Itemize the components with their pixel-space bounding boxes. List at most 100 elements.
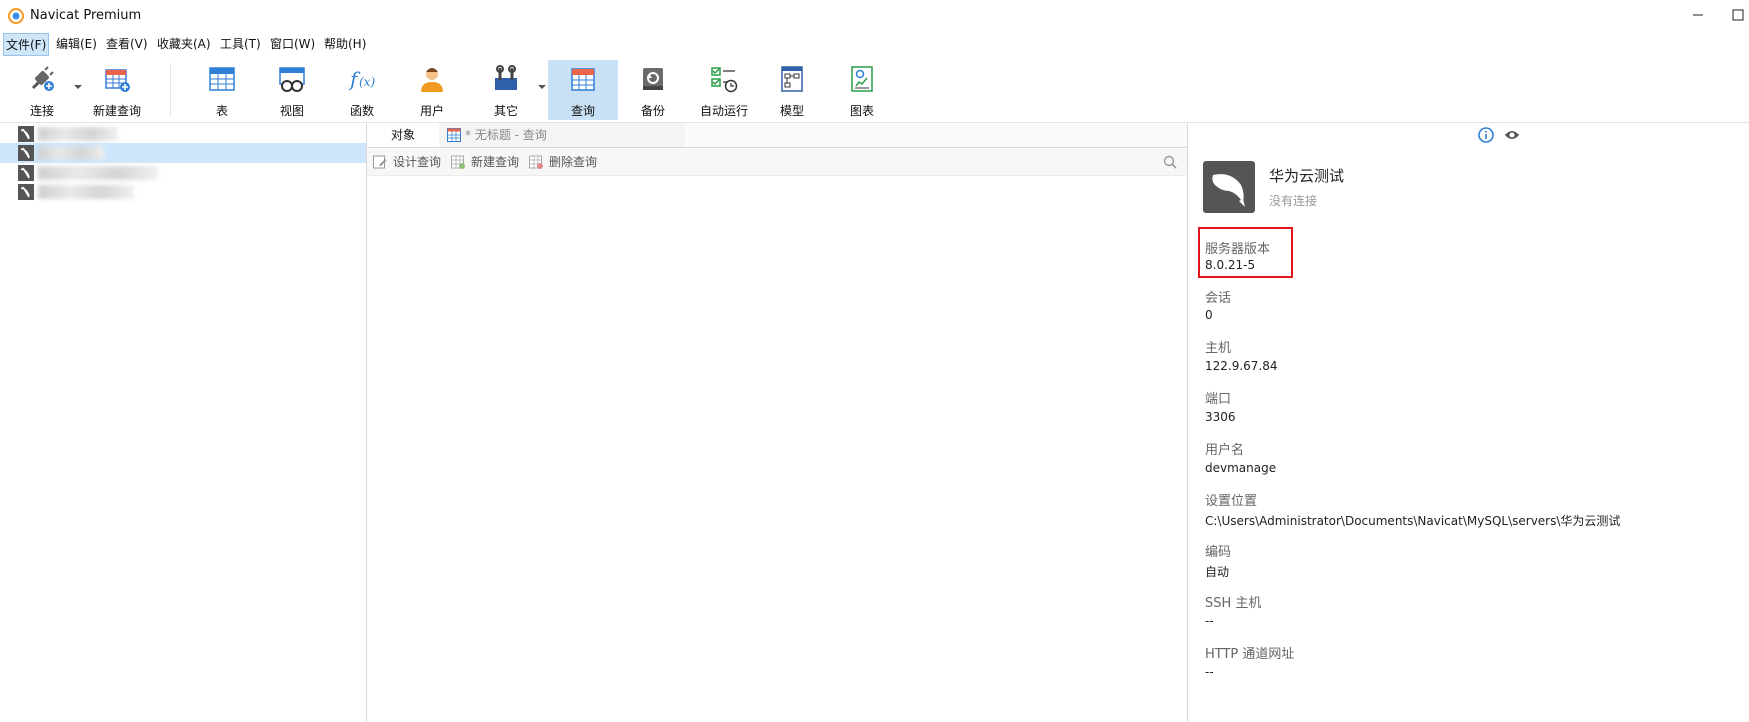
field-value-port: 3306 bbox=[1205, 410, 1236, 424]
toolbar-backup-button[interactable]: 备份 bbox=[622, 60, 684, 120]
field-value-host: 122.9.67.84 bbox=[1205, 359, 1278, 373]
new-query-small-icon bbox=[451, 155, 465, 169]
toolbar-table-button[interactable]: 表 bbox=[192, 60, 252, 120]
field-label-encoding: 编码 bbox=[1205, 545, 1232, 560]
action-label: 设计查询 bbox=[393, 155, 442, 169]
toolbar-label: 新建查询 bbox=[92, 104, 141, 118]
model-icon bbox=[781, 66, 803, 92]
field-value-http-tunnel-url: -- bbox=[1205, 665, 1214, 679]
user-icon bbox=[421, 68, 443, 92]
backup-icon bbox=[643, 68, 663, 90]
toolbar-function-button[interactable]: f (x) 函数 bbox=[332, 60, 392, 120]
toolbar-label: 表 bbox=[215, 104, 228, 118]
connection-item[interactable] bbox=[18, 182, 358, 202]
field-label-http-tunnel-url: HTTP 通道网址 bbox=[1205, 647, 1295, 662]
field-label-sessions: 会话 bbox=[1205, 291, 1232, 306]
mysql-connection-icon bbox=[18, 165, 34, 181]
connection-item[interactable] bbox=[18, 163, 358, 183]
mysql-connection-icon bbox=[18, 145, 34, 161]
tools-icon bbox=[495, 65, 517, 90]
field-label-username: 用户名 bbox=[1205, 443, 1245, 458]
field-value-sessions: 0 bbox=[1205, 308, 1213, 322]
maximize-icon[interactable] bbox=[1728, 6, 1748, 24]
delete-query-icon bbox=[529, 155, 543, 169]
connection-status: 没有连接 bbox=[1269, 194, 1318, 208]
field-value-settings-location: C:\Users\Administrator\Documents\Navicat… bbox=[1205, 514, 1621, 528]
function-icon: f (x) bbox=[348, 67, 375, 91]
menu-edit[interactable]: 编辑(E) bbox=[54, 33, 99, 56]
toolbar-auto-run-button[interactable]: 自动运行 bbox=[692, 60, 756, 120]
toolbar-label: 备份 bbox=[640, 104, 665, 118]
info-panel: 华为云测试 没有连接 服务器版本 8.0.21-5 会话 0 主机 122.9.… bbox=[1188, 123, 1749, 722]
table-icon bbox=[209, 67, 235, 91]
menu-favorites[interactable]: 收藏夹(A) bbox=[155, 33, 213, 56]
menu-tools[interactable]: 工具(T) bbox=[218, 33, 263, 56]
field-value-ssh-host: -- bbox=[1205, 614, 1214, 628]
connection-item-selected[interactable] bbox=[0, 143, 366, 163]
main-toolbar: 连接 新建查询 表 视图 f (x) 函数 用户 其它 查询 备份 自动运行 模… bbox=[0, 57, 1749, 123]
field-value-username: devmanage bbox=[1205, 461, 1277, 475]
toolbar-separator bbox=[170, 63, 171, 117]
object-pane: 对象 * 无标题 - 查询 设计查询 新建查询 删除查询 bbox=[367, 123, 1188, 722]
toolbar-label: 视图 bbox=[279, 104, 304, 118]
menu-view[interactable]: 查看(V) bbox=[104, 33, 150, 56]
mysql-dolphin-icon bbox=[1203, 161, 1255, 213]
new-query-button[interactable]: 新建查询 bbox=[451, 149, 523, 175]
field-label-server-version: 服务器版本 bbox=[1205, 242, 1271, 257]
view-icon bbox=[279, 67, 305, 92]
connection-name: 华为云测试 bbox=[1269, 167, 1345, 185]
delete-query-button[interactable]: 删除查询 bbox=[529, 149, 601, 175]
design-query-button[interactable]: 设计查询 bbox=[373, 149, 445, 175]
toolbar-label: 模型 bbox=[779, 104, 804, 118]
toolbar-new-query-button[interactable]: 新建查询 bbox=[88, 60, 146, 120]
toolbar-model-button[interactable]: 模型 bbox=[762, 60, 822, 120]
toolbar-user-button[interactable]: 用户 bbox=[402, 60, 462, 120]
connection-item[interactable] bbox=[18, 124, 358, 144]
action-label: 新建查询 bbox=[471, 155, 520, 169]
toolbar-label: 其它 bbox=[493, 104, 518, 118]
minimize-icon[interactable] bbox=[1688, 6, 1708, 24]
chart-icon bbox=[851, 66, 873, 92]
window-title: Navicat Premium bbox=[30, 8, 142, 23]
field-label-port: 端口 bbox=[1205, 392, 1232, 407]
new-query-icon bbox=[105, 69, 130, 92]
toolbar-chart-button[interactable]: 图表 bbox=[832, 60, 892, 120]
tab-bar: 对象 * 无标题 - 查询 bbox=[367, 123, 1187, 148]
menu-help[interactable]: 帮助(H) bbox=[322, 33, 368, 56]
toolbar-label: 自动运行 bbox=[699, 104, 748, 118]
action-label: 删除查询 bbox=[549, 155, 598, 169]
query-icon bbox=[571, 68, 595, 91]
query-tab-icon bbox=[447, 128, 461, 142]
connection-plug-icon bbox=[31, 66, 54, 91]
other-dropdown-arrow-icon[interactable] bbox=[538, 85, 546, 89]
tab-objects[interactable]: 对象 bbox=[367, 123, 440, 147]
connection-dropdown-arrow-icon[interactable] bbox=[74, 85, 82, 89]
tab-label: * 无标题 - 查询 bbox=[465, 128, 547, 142]
menu-window[interactable]: 窗口(W) bbox=[268, 33, 317, 56]
preview-eye-icon[interactable] bbox=[1504, 129, 1520, 141]
blurred-connection-name bbox=[38, 166, 158, 180]
search-icon[interactable] bbox=[1163, 155, 1177, 169]
blurred-connection-name bbox=[38, 146, 104, 160]
toolbar-view-button[interactable]: 视图 bbox=[262, 60, 322, 120]
toolbar-other-button[interactable]: 其它 bbox=[475, 60, 537, 120]
field-label-host: 主机 bbox=[1205, 341, 1232, 356]
info-icon[interactable] bbox=[1478, 127, 1494, 143]
menu-file[interactable]: 文件(F) bbox=[3, 33, 50, 56]
toolbar-query-button[interactable]: 查询 bbox=[548, 60, 618, 120]
toolbar-connection-button[interactable]: 连接 bbox=[12, 60, 72, 120]
object-toolbar: 设计查询 新建查询 删除查询 bbox=[367, 149, 1187, 176]
design-query-icon bbox=[373, 155, 387, 169]
navicat-logo-icon bbox=[8, 8, 24, 24]
field-label-settings-location: 设置位置 bbox=[1205, 494, 1258, 509]
blurred-connection-name bbox=[38, 127, 118, 141]
connection-navigator bbox=[0, 123, 367, 722]
title-bar: Navicat Premium bbox=[0, 0, 1749, 31]
toolbar-label: 查询 bbox=[570, 104, 595, 118]
toolbar-label: 函数 bbox=[349, 104, 374, 118]
auto-run-icon bbox=[711, 67, 738, 93]
toolbar-label: 连接 bbox=[29, 104, 54, 118]
toolbar-label: 图表 bbox=[849, 104, 874, 118]
tab-untitled-query[interactable]: * 无标题 - 查询 bbox=[439, 123, 685, 147]
menu-bar: 文件(F) 编辑(E) 查看(V) 收藏夹(A) 工具(T) 窗口(W) 帮助(… bbox=[0, 33, 1749, 56]
